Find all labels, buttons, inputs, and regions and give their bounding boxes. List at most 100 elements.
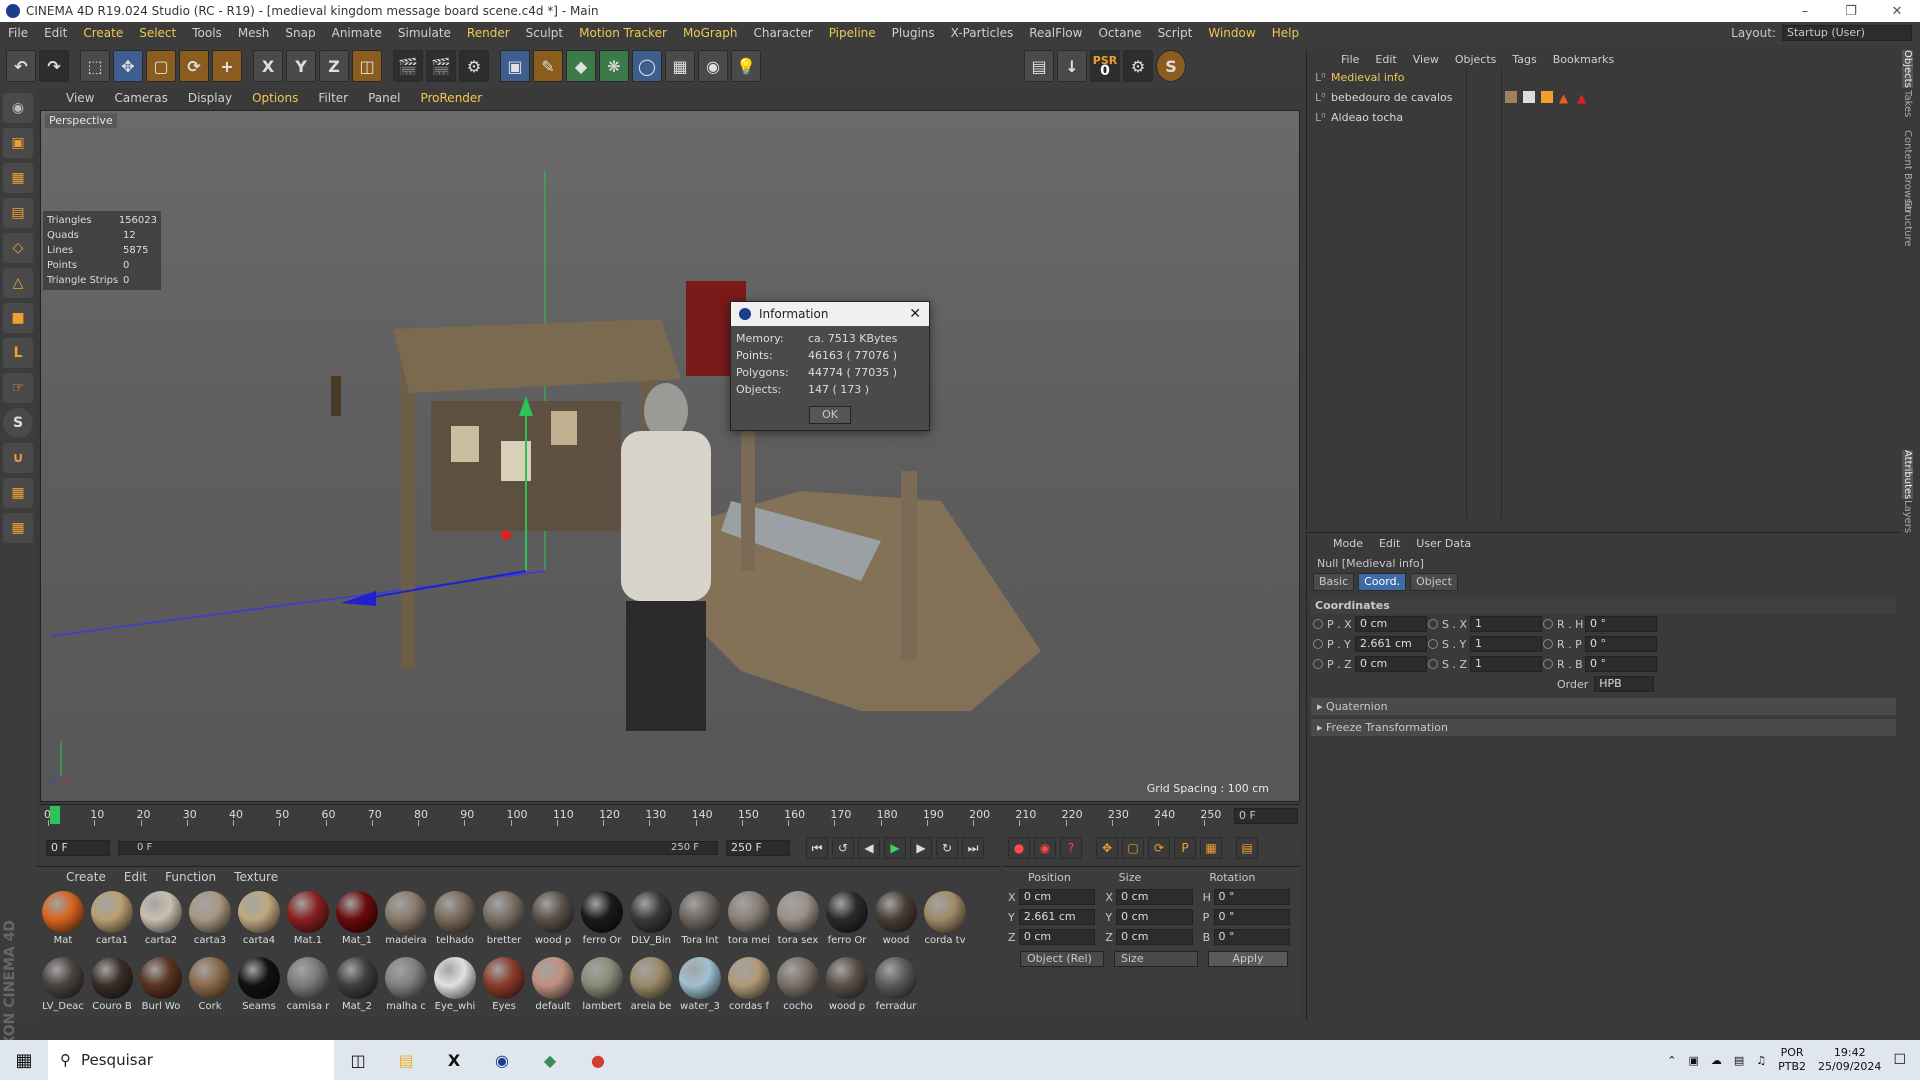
material-swatch[interactable]: Mat_2 — [334, 957, 380, 1015]
material-swatch[interactable]: Tora Int — [677, 891, 723, 949]
menu-select[interactable]: Select — [131, 26, 184, 40]
light-button[interactable]: 💡 — [731, 50, 761, 82]
viewport-menu-prorender[interactable]: ProRender — [420, 91, 482, 105]
pen-spline-button[interactable]: ✎ — [533, 50, 563, 82]
menu-mograph[interactable]: MoGraph — [675, 26, 746, 40]
play-button[interactable]: ▶ — [884, 837, 906, 859]
material-swatch[interactable]: camisa r — [285, 957, 331, 1015]
attribute-field[interactable]: 1 — [1470, 616, 1542, 632]
polygons-mode-button[interactable]: ■ — [3, 303, 33, 333]
menu-simulate[interactable]: Simulate — [390, 26, 459, 40]
layout-switch-button[interactable]: ▤ — [1024, 50, 1054, 82]
go-to-end-button[interactable]: ⏭ — [962, 837, 984, 859]
z-axis-lock-button[interactable]: Z — [319, 50, 349, 82]
volume-icon[interactable]: ♫ — [1756, 1054, 1766, 1067]
material-swatch[interactable]: bretter — [481, 891, 527, 949]
object-menu-file[interactable]: File — [1341, 53, 1359, 66]
material-swatch[interactable]: tora mei — [726, 891, 772, 949]
viewport-menu-display[interactable]: Display — [188, 91, 232, 105]
menu-pipeline[interactable]: Pipeline — [821, 26, 884, 40]
close-icon[interactable]: ✕ — [909, 306, 921, 322]
tag-icon[interactable]: ▲ — [1577, 91, 1589, 105]
viewport-menu-options[interactable]: Options — [252, 91, 298, 105]
floor-button[interactable]: ▦ — [665, 50, 695, 82]
import-button[interactable]: ↓ — [1057, 50, 1087, 82]
animate-radio[interactable] — [1428, 639, 1438, 649]
size-mode-select[interactable]: Size — [1114, 951, 1198, 967]
object-row[interactable]: L⁰ Aldeao tocha — [1311, 108, 1891, 126]
menu-animate[interactable]: Animate — [324, 26, 390, 40]
scale-tool-button[interactable]: ▢ — [146, 50, 176, 82]
viewport-menu-filter[interactable]: Filter — [318, 91, 348, 105]
ok-button[interactable]: OK — [809, 406, 851, 424]
material-swatch[interactable]: areia be — [628, 957, 674, 1015]
axis-mode-button[interactable]: L — [3, 338, 33, 368]
redo-button[interactable]: ↷ — [39, 50, 69, 82]
record-rotation-button[interactable]: ⟳ — [1148, 837, 1170, 859]
language-indicator[interactable]: POR PTB2 — [1778, 1046, 1806, 1074]
deformer-button[interactable]: ◯ — [632, 50, 662, 82]
material-swatch[interactable]: ferradur — [873, 957, 919, 1015]
network-icon[interactable]: ▤ — [1734, 1054, 1744, 1067]
coordinate-mode-select[interactable]: Object (Rel) — [1020, 951, 1104, 967]
x-axis-lock-button[interactable]: X — [253, 50, 283, 82]
snap-magnet-button[interactable]: ∪ — [3, 443, 33, 473]
file-explorer-icon[interactable]: ▤ — [382, 1040, 430, 1080]
scheme-button[interactable]: ▤ — [1236, 837, 1258, 859]
material-swatch[interactable]: default — [530, 957, 576, 1015]
points-mode-button[interactable]: ◇ — [3, 233, 33, 263]
menu-script[interactable]: Script — [1150, 26, 1201, 40]
material-swatch[interactable]: ferro Or — [824, 891, 870, 949]
keyframe-selection-button[interactable]: ? — [1060, 837, 1082, 859]
material-menu-function[interactable]: Function — [165, 870, 216, 884]
array-generator-button[interactable]: ❋ — [599, 50, 629, 82]
tag-icon[interactable] — [1541, 91, 1553, 103]
coord-value-field[interactable]: 0 ° — [1213, 929, 1290, 945]
object-menu-objects[interactable]: Objects — [1455, 53, 1497, 66]
object-name[interactable]: Aldeao tocha — [1311, 111, 1461, 124]
side-tab-takes[interactable]: Takes — [1902, 90, 1913, 117]
menu-render[interactable]: Render — [459, 26, 518, 40]
menu-snap[interactable]: Snap — [277, 26, 323, 40]
material-swatch[interactable]: Mat.1 — [285, 891, 331, 949]
animate-radio[interactable] — [1428, 659, 1438, 669]
attribute-field[interactable]: 0 cm — [1355, 616, 1427, 632]
tab-coord[interactable]: Coord. — [1358, 573, 1407, 591]
y-axis-lock-button[interactable]: Y — [286, 50, 316, 82]
menu-octane[interactable]: Octane — [1090, 26, 1149, 40]
undo-button[interactable]: ↶ — [6, 50, 36, 82]
cinema4d-taskbar-icon[interactable]: ◉ — [478, 1040, 526, 1080]
workplane-mode-button[interactable]: ▤ — [3, 198, 33, 228]
material-swatch[interactable]: wood p — [530, 891, 576, 949]
coord-value-field[interactable]: 0 ° — [1213, 909, 1290, 925]
tab-basic[interactable]: Basic — [1313, 573, 1355, 591]
object-name[interactable]: Medieval info — [1311, 71, 1461, 84]
notifications-icon[interactable]: ☐ — [1893, 1052, 1906, 1068]
record-pla-button[interactable]: ▦ — [1200, 837, 1222, 859]
previous-key-button[interactable]: ↺ — [832, 837, 854, 859]
material-swatch[interactable]: Eyes — [481, 957, 527, 1015]
attribute-field[interactable]: 1 — [1470, 656, 1542, 672]
apply-button[interactable]: Apply — [1208, 951, 1288, 967]
material-swatch[interactable]: DLV_Bin — [628, 891, 674, 949]
subdivision-surface-button[interactable]: ◆ — [566, 50, 596, 82]
material-swatch[interactable]: Burl Wo — [138, 957, 184, 1015]
record-active-button[interactable]: ● — [1008, 837, 1030, 859]
animate-radio[interactable] — [1313, 619, 1323, 629]
animate-radio[interactable] — [1543, 639, 1553, 649]
object-menu-bookmarks[interactable]: Bookmarks — [1553, 53, 1614, 66]
animate-radio[interactable] — [1543, 659, 1553, 669]
tray-app-icon[interactable]: ▣ — [1688, 1054, 1698, 1067]
app-taskbar-icon[interactable]: ◆ — [526, 1040, 574, 1080]
next-key-button[interactable]: ↻ — [936, 837, 958, 859]
material-swatch[interactable]: wood — [873, 891, 919, 949]
attribute-field[interactable]: 0 ° — [1585, 656, 1657, 672]
tag-icon[interactable] — [1523, 91, 1535, 103]
menu-x-particles[interactable]: X-Particles — [943, 26, 1022, 40]
coord-value-field[interactable]: 0 cm — [1018, 889, 1096, 905]
settings-gear-icon[interactable]: ⚙ — [1123, 50, 1153, 82]
collapsed-group[interactable]: ▸ Quaternion — [1311, 698, 1896, 715]
workplane-align-button[interactable]: ▦ — [3, 513, 33, 543]
material-swatch[interactable]: wood p — [824, 957, 870, 1015]
workplane-lock-button[interactable]: ▦ — [3, 478, 33, 508]
